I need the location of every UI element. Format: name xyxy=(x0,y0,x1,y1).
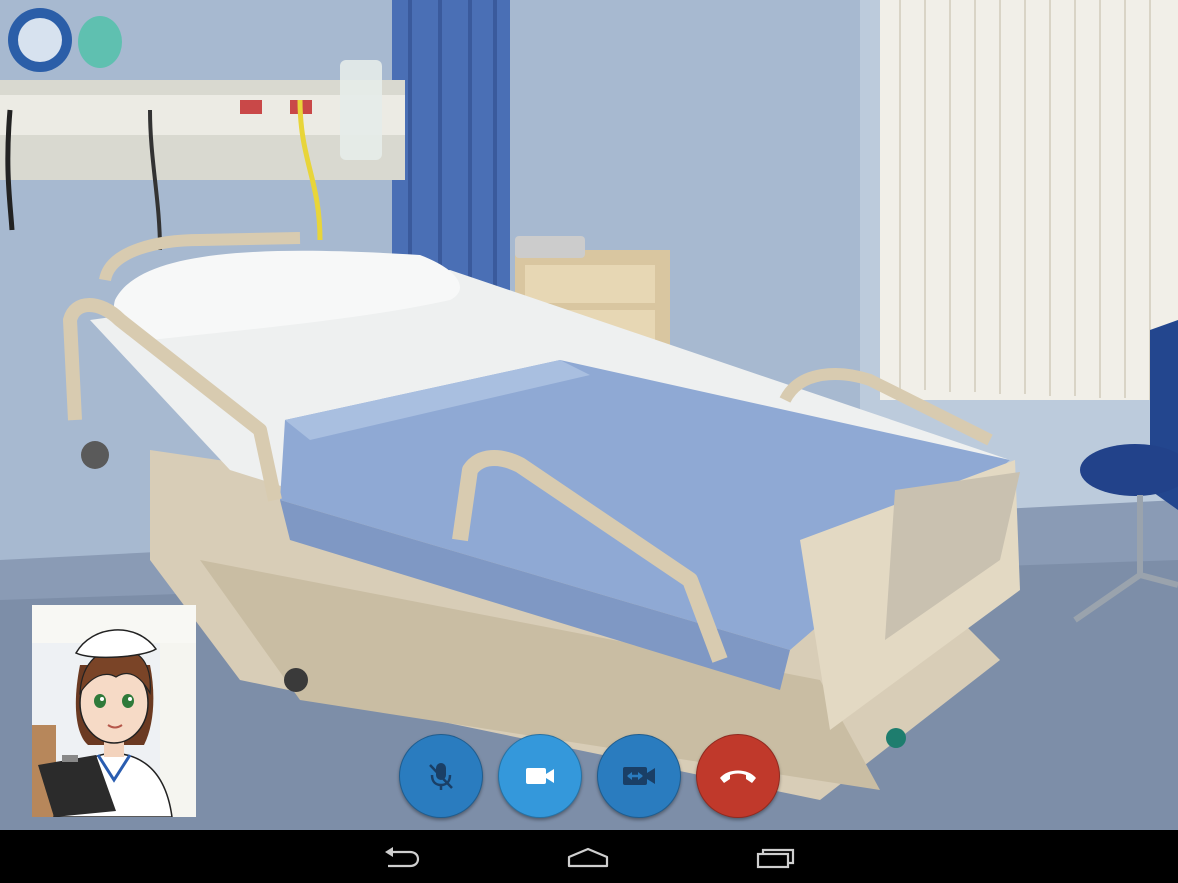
home-icon xyxy=(567,847,609,867)
video-camera-icon xyxy=(526,768,554,784)
switch-camera-button[interactable] xyxy=(597,734,681,818)
end-call-button[interactable] xyxy=(696,734,780,818)
system-navigation-bar xyxy=(0,830,1178,883)
home-button[interactable] xyxy=(548,830,628,883)
back-button[interactable] xyxy=(362,830,442,883)
self-view-video xyxy=(32,605,196,817)
recents-button[interactable] xyxy=(736,830,816,883)
nurse-avatar xyxy=(32,605,196,817)
microphone-off-icon xyxy=(429,763,453,790)
mute-microphone-button[interactable] xyxy=(399,734,483,818)
switch-camera-icon xyxy=(623,767,655,785)
call-controls xyxy=(399,734,781,818)
video-toggle-button[interactable] xyxy=(498,734,582,818)
phone-hangup-icon xyxy=(720,770,756,783)
recent-apps-icon xyxy=(756,848,795,868)
back-arrow-icon xyxy=(385,846,420,867)
